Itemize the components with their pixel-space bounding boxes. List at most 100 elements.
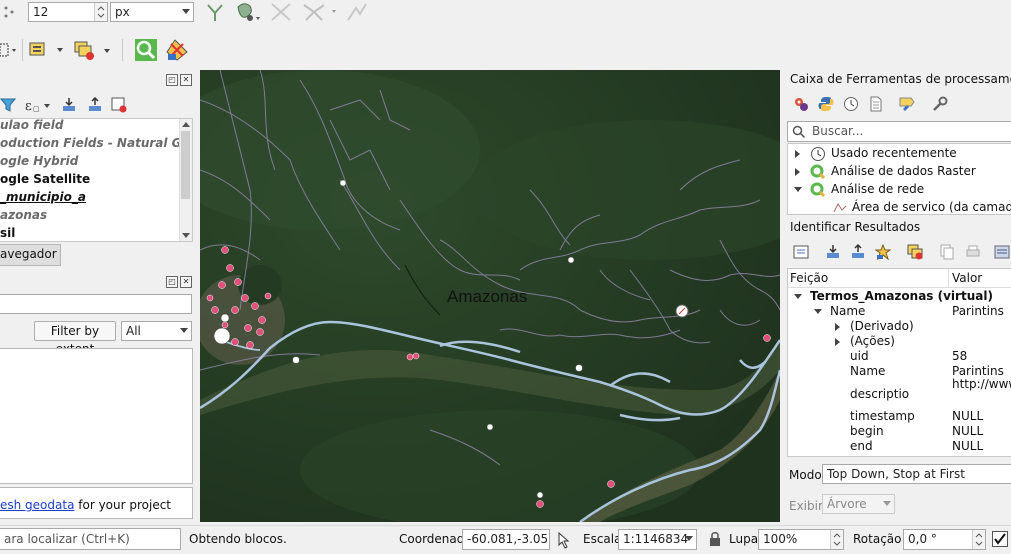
lock-scale-icon[interactable] (707, 531, 723, 547)
layers-float-button[interactable]: ◰ (166, 74, 178, 86)
vertex-tool-icon[interactable] (205, 2, 225, 22)
identify-row[interactable]: Termos_Amazonas (virtual) (788, 289, 1011, 304)
models-icon[interactable] (793, 96, 809, 112)
font-size-spinbox[interactable]: 12 (28, 2, 108, 22)
identify-row[interactable]: descriptio http://www (788, 377, 1011, 409)
expand-tree-icon[interactable] (793, 244, 809, 260)
layers-scroll-thumb[interactable] (181, 131, 190, 199)
identify-toolbar (785, 242, 1011, 264)
scale-select[interactable]: 1:1146834 (618, 529, 697, 550)
collapse-tree-icon[interactable] (850, 243, 866, 260)
identify-results-table[interactable]: Feição Valor Termos_Amazonas (virtual) Na… (787, 268, 1011, 457)
filter-select[interactable]: All (121, 321, 192, 341)
chevron-down-icon[interactable] (794, 294, 802, 299)
rotation-value: 0,0 ° (908, 532, 937, 546)
remove-layer-icon[interactable] (111, 97, 127, 113)
qms-link[interactable]: esh geodata (0, 498, 74, 512)
layer-item[interactable]: azonas (0, 208, 47, 222)
browser-tab[interactable]: avegador (0, 244, 61, 266)
browser-results-list[interactable] (0, 348, 193, 484)
layer-item[interactable]: ogle Satellite (0, 172, 90, 186)
collapse-all-icon[interactable] (87, 96, 103, 113)
identify-row[interactable]: (Derivado) (788, 319, 1011, 334)
tree-item-recent[interactable]: Usado recentemente (788, 146, 1011, 161)
identify-row-value: http://www (952, 377, 1011, 391)
font-unit-select[interactable]: px (110, 2, 194, 22)
clear-results-icon[interactable] (907, 244, 923, 260)
identify-row-value: NULL (952, 424, 984, 438)
browser-float-button[interactable]: ◰ (166, 276, 178, 288)
expression-filter-icon[interactable]: ε ▢ (24, 97, 54, 114)
identify-row[interactable]: timestamp NULL (788, 409, 1011, 424)
view-select[interactable]: Árvore (822, 494, 895, 514)
copy-feature-icon[interactable] (939, 244, 955, 260)
browser-panel: ◰ ✕ Filter by extent All esh geodata for… (0, 272, 196, 520)
font-unit-value: px (115, 5, 130, 19)
python-icon[interactable] (818, 96, 834, 112)
tree-item-network-analysis[interactable]: Análise de rede (788, 182, 1011, 198)
locator-input[interactable]: ara localizar (Ctrl+K) (0, 528, 181, 550)
field-calculator-icon[interactable] (165, 38, 189, 62)
chevron-right-icon[interactable] (835, 323, 840, 331)
mode-select[interactable]: Top Down, Stop at First (822, 464, 1011, 484)
layer-item[interactable]: ogle Hybrid (0, 154, 78, 168)
remove-selection-icon[interactable] (74, 40, 114, 62)
deselect-icon[interactable] (29, 40, 69, 60)
select-feature-icon[interactable] (874, 243, 892, 261)
tree-item-service-area[interactable]: Área de servico (da camada) (788, 200, 1011, 214)
filter-icon[interactable] (0, 97, 17, 113)
identify-row-value: NULL (952, 439, 984, 453)
mouse-coord-toggle-icon[interactable] (555, 531, 573, 549)
filter-by-extent-button[interactable]: Filter by extent (34, 321, 116, 356)
processing-tree[interactable]: Usado recentemente Análise de dados Rast… (787, 143, 1011, 215)
identify-row-value: NULL (952, 409, 984, 423)
identify-settings-icon[interactable] (993, 244, 1011, 260)
layers-scrollbar[interactable] (179, 119, 192, 241)
coordinate-field[interactable]: -60.081,-3.057 (462, 529, 550, 550)
identify-row[interactable]: uid 58 (788, 349, 1011, 364)
layers-close-button[interactable]: ✕ (180, 74, 192, 86)
layer-item[interactable]: oduction Fields - Natural Gas (0, 136, 192, 150)
processing-panel: Caixa de Ferramentas de processamento Bu… (785, 70, 1011, 215)
select-tool-icon[interactable] (0, 39, 20, 61)
print-icon[interactable] (965, 244, 981, 260)
footer-text: for your project (74, 498, 172, 512)
status-bar: ara localizar (Ctrl+K) Obtendo blocos. C… (0, 525, 1011, 554)
header-feature: Feição (790, 271, 829, 285)
split-features-icon[interactable] (302, 2, 342, 22)
identify-row[interactable]: Name Parintins (788, 304, 1011, 319)
layer-item[interactable]: ulao field (0, 119, 63, 132)
reshape-tool-icon[interactable] (234, 1, 262, 23)
magnifier-spinbox[interactable]: 100% (758, 529, 844, 550)
identify-row[interactable]: end NULL (788, 439, 1011, 454)
expand-all-icon[interactable] (61, 97, 77, 113)
find-features-icon[interactable] (134, 38, 158, 62)
scale-value: 1:1146834 (623, 532, 689, 546)
history-icon[interactable] (843, 96, 859, 112)
layer-item[interactable]: sil (0, 226, 15, 240)
identify-row[interactable]: (Ações) (788, 334, 1011, 349)
identify-title: Identificar Resultados (790, 220, 921, 234)
identify-row-label: Name (850, 364, 886, 378)
delete-part-icon[interactable] (270, 2, 292, 22)
edit-features-in-place-icon[interactable] (899, 96, 915, 112)
render-checkbox[interactable] (992, 531, 1008, 547)
chevron-down-icon[interactable] (814, 309, 822, 314)
browser-close-button[interactable]: ✕ (180, 276, 192, 288)
browser-search-input[interactable] (0, 294, 192, 314)
tree-item-raster-analysis[interactable]: Análise de dados Raster (788, 164, 1011, 180)
map-label-amazonas: Amazonas (447, 287, 528, 306)
tree-label: Área de servico (da camada) (852, 200, 1011, 214)
layers-tree[interactable]: ulao field oduction Fields - Natural Gas… (0, 118, 193, 242)
expand-new-results-icon[interactable] (825, 244, 841, 260)
options-icon[interactable] (932, 96, 948, 112)
results-icon[interactable] (868, 96, 884, 112)
identify-row[interactable]: begin NULL (788, 424, 1011, 439)
map-canvas[interactable]: Amazonas (200, 70, 780, 522)
processing-search-input[interactable]: Buscar... (787, 121, 1011, 142)
tree-label: Usado recentemente (831, 146, 957, 160)
layer-item[interactable]: _municipio_a (0, 190, 86, 204)
rotation-spinbox[interactable]: 0,0 ° (903, 529, 986, 550)
offset-curve-icon[interactable] (346, 2, 368, 22)
chevron-right-icon[interactable] (835, 338, 840, 346)
